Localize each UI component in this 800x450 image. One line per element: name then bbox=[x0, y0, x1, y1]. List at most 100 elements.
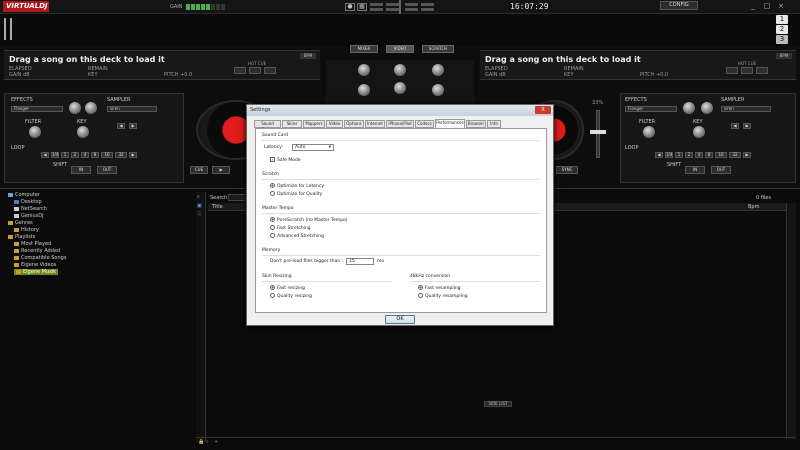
memory-input[interactable]: 15 bbox=[346, 258, 374, 265]
tempo-option-advanced[interactable]: Advanced Stretching bbox=[270, 233, 324, 239]
left-loop-prev[interactable]: ◀ bbox=[41, 152, 49, 158]
tree-item[interactable]: Genres bbox=[8, 220, 33, 226]
layout-segment[interactable] bbox=[386, 3, 399, 6]
right-fx-param1-knob[interactable] bbox=[683, 102, 695, 114]
layout-segment[interactable] bbox=[421, 8, 434, 11]
skin-option-quality[interactable]: Quality resizing bbox=[270, 293, 312, 299]
right-effect-select[interactable]: Flanger bbox=[625, 106, 677, 112]
tree-item[interactable]: Desktop bbox=[14, 199, 42, 205]
tempo-option-purescratch[interactable]: PureScratch (no Master Tempo) bbox=[270, 217, 348, 223]
layout-segment[interactable] bbox=[421, 3, 434, 6]
left-loop-32[interactable]: 32 bbox=[115, 152, 127, 158]
dialog-close-button[interactable]: X bbox=[535, 106, 551, 114]
right-sampler-select[interactable]: siren bbox=[721, 106, 771, 112]
left-loop-next[interactable]: ▶ bbox=[129, 152, 137, 158]
maximize-button[interactable]: □ bbox=[762, 2, 772, 11]
close-app-button[interactable]: × bbox=[776, 2, 786, 11]
tab-options[interactable]: Options bbox=[344, 120, 364, 128]
latency-select[interactable]: Auto ▾ bbox=[292, 144, 334, 151]
right-loop-32[interactable]: 32 bbox=[729, 152, 741, 158]
right-sync-button[interactable]: SYNC bbox=[556, 166, 578, 174]
playlist-icon[interactable]: ♫ bbox=[197, 211, 204, 217]
tree-item[interactable]: Computer bbox=[8, 192, 40, 198]
tree-item[interactable]: NetSearch bbox=[14, 206, 47, 212]
tab-codecs[interactable]: Codecs bbox=[415, 120, 434, 128]
left-loop-quarter[interactable]: 1/4 bbox=[51, 152, 59, 158]
right-loop-out-button[interactable]: OUT bbox=[711, 166, 731, 174]
right-loop-prev[interactable]: ◀ bbox=[655, 152, 663, 158]
tab-performances[interactable]: Performances bbox=[435, 119, 465, 128]
right-mid-knob[interactable] bbox=[432, 84, 444, 96]
tree-item[interactable]: Eigene Videos bbox=[14, 262, 56, 268]
right-hot-cue-button-3[interactable] bbox=[756, 67, 768, 74]
tree-item[interactable]: History bbox=[14, 227, 39, 233]
tab-sound-setup[interactable]: Sound Setup bbox=[254, 120, 281, 132]
right-sampler-prev[interactable]: ◀ bbox=[731, 123, 739, 129]
left-mid-knob[interactable] bbox=[358, 84, 370, 96]
tree-item[interactable]: Playlists bbox=[8, 234, 35, 240]
left-loop-4[interactable]: 4 bbox=[81, 152, 89, 158]
left-sampler-play[interactable]: ▶ bbox=[129, 123, 137, 129]
right-fx-param2-knob[interactable] bbox=[701, 102, 713, 114]
left-loop-16[interactable]: 16 bbox=[101, 152, 113, 158]
left-high-knob[interactable] bbox=[358, 64, 370, 76]
left-sampler-prev[interactable]: ◀ bbox=[117, 123, 125, 129]
right-pitch-slider[interactable] bbox=[596, 110, 600, 158]
column-title[interactable]: Title bbox=[212, 204, 223, 210]
tree-item[interactable]: Compatible Songs bbox=[14, 255, 66, 261]
right-hot-cue-button-2[interactable] bbox=[741, 67, 753, 74]
minimize-button[interactable]: _ bbox=[748, 2, 758, 11]
layout-segment[interactable] bbox=[370, 3, 383, 6]
tempo-option-fast[interactable]: Fast Stretching bbox=[270, 225, 311, 231]
master-knob[interactable] bbox=[394, 64, 406, 76]
column-bpm[interactable]: Bpm bbox=[748, 204, 759, 210]
left-play-button[interactable]: ▶ bbox=[212, 166, 230, 174]
right-loop-quarter[interactable]: 1/4 bbox=[665, 152, 673, 158]
tab-internet[interactable]: Internet bbox=[365, 120, 385, 128]
right-filter-knob[interactable] bbox=[643, 126, 655, 138]
khz-option-fast[interactable]: Fast resampling bbox=[418, 285, 461, 291]
tree-item[interactable]: Eigene Musik bbox=[14, 269, 59, 275]
left-effect-select[interactable]: Flanger bbox=[11, 106, 63, 112]
scratch-option-latency[interactable]: Optimize for Latency bbox=[270, 183, 324, 189]
skin-option-fast[interactable]: Fast resizing bbox=[270, 285, 305, 291]
left-loop-out-button[interactable]: OUT bbox=[97, 166, 117, 174]
left-bpm-button[interactable]: BPM bbox=[300, 53, 316, 59]
left-loop-2[interactable]: 2 bbox=[71, 152, 79, 158]
booth-knob[interactable] bbox=[394, 82, 406, 94]
right-loop-in-button[interactable]: IN bbox=[685, 166, 705, 174]
left-loop-8[interactable]: 8 bbox=[91, 152, 99, 158]
right-pitch-slider-handle[interactable] bbox=[590, 130, 606, 134]
left-key-knob[interactable] bbox=[77, 126, 89, 138]
right-loop-next[interactable]: ▶ bbox=[743, 152, 751, 158]
lock-icon[interactable]: 🔒 bbox=[198, 439, 204, 445]
layout-segment[interactable] bbox=[370, 8, 383, 11]
right-loop-8[interactable]: 8 bbox=[705, 152, 713, 158]
tree-item[interactable]: Most Played bbox=[14, 241, 51, 247]
right-loop-16[interactable]: 16 bbox=[715, 152, 727, 158]
folder-view-icon[interactable]: ▣ bbox=[197, 203, 204, 209]
search-small-icon[interactable]: ⌕ bbox=[206, 439, 209, 445]
left-loop-in-button[interactable]: IN bbox=[71, 166, 91, 174]
left-filter-knob[interactable] bbox=[29, 126, 41, 138]
config-button[interactable]: CONFIG bbox=[660, 1, 698, 10]
layout-icon[interactable]: ▦ bbox=[357, 3, 367, 11]
tab-mappers[interactable]: Mappers bbox=[303, 120, 325, 128]
tree-item[interactable]: GeniusDJ bbox=[14, 213, 44, 219]
right-loop-4[interactable]: 4 bbox=[695, 152, 703, 158]
tab-scratch[interactable]: SCRATCH bbox=[422, 45, 454, 53]
tab-iphone-ipad[interactable]: iPhone/iPad bbox=[386, 120, 414, 128]
right-bpm-button[interactable]: BPM bbox=[776, 53, 792, 59]
left-hot-cue-button-1[interactable] bbox=[234, 67, 246, 74]
tab-mixer[interactable]: MIXER bbox=[350, 45, 378, 53]
ok-button[interactable]: OK bbox=[385, 315, 415, 324]
tab-browser[interactable]: Browser bbox=[466, 120, 486, 128]
right-hot-cue-button-1[interactable] bbox=[726, 67, 738, 74]
safe-mode-checkbox[interactable]: ✓ Safe Mode bbox=[270, 157, 301, 163]
tree-item[interactable]: Recently Added bbox=[14, 248, 60, 254]
scratch-option-quality[interactable]: Optimize for Quality bbox=[270, 191, 322, 197]
deck-number-1[interactable]: 1 bbox=[776, 15, 788, 24]
right-high-knob[interactable] bbox=[432, 64, 444, 76]
khz-option-quality[interactable]: Quality resampling bbox=[418, 293, 468, 299]
right-key-knob[interactable] bbox=[693, 126, 705, 138]
